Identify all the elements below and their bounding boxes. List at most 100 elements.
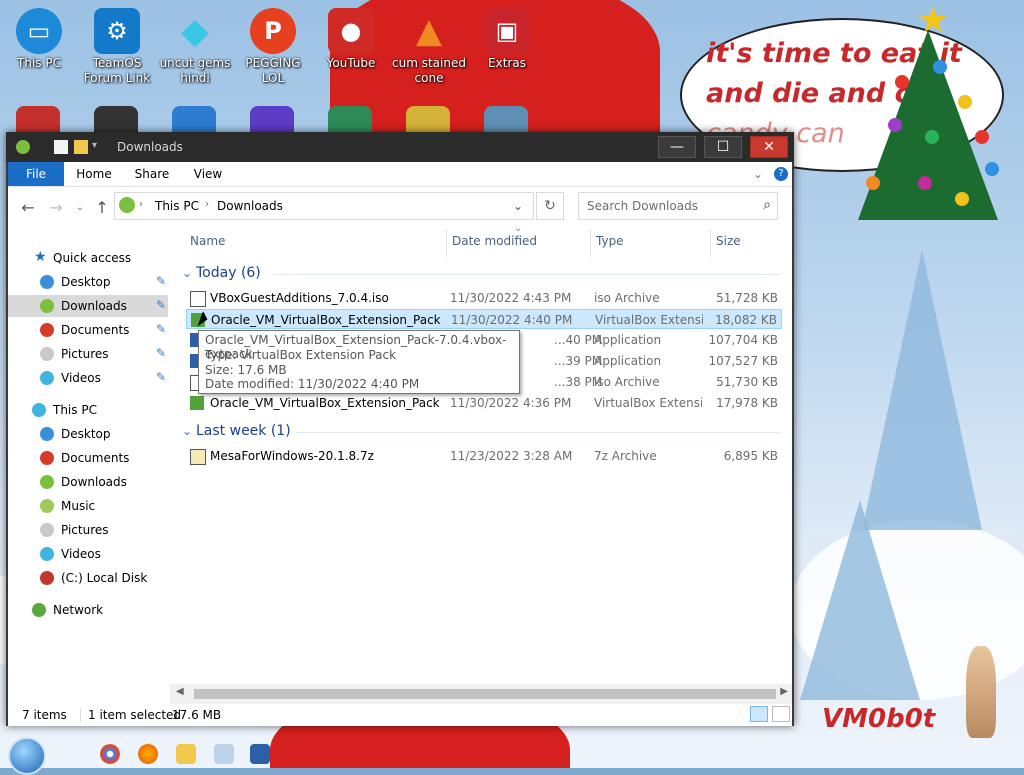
- file-row[interactable]: Oracle_VM_VirtualBox_Extension_Pack-7...…: [186, 393, 782, 413]
- search-input[interactable]: Search Downloads ⌕: [578, 192, 778, 220]
- desktop-icon-teamos[interactable]: ⚙ TeamOS Forum Link: [78, 8, 156, 86]
- group-divider: [274, 274, 780, 275]
- properties-icon[interactable]: [54, 140, 68, 154]
- column-header-type[interactable]: Type: [596, 234, 624, 254]
- nav-pc-desktop[interactable]: Desktop: [8, 423, 168, 445]
- column-divider[interactable]: [590, 229, 591, 257]
- nav-item-pictures[interactable]: Pictures ✎: [8, 343, 168, 365]
- close-button[interactable]: ✕: [750, 136, 788, 158]
- network-monitor-icon[interactable]: [214, 744, 234, 764]
- group-header-today[interactable]: ⌄ Today (6): [182, 265, 782, 281]
- this-pc-icon: [119, 197, 135, 213]
- virtualbox-icon[interactable]: [250, 744, 270, 764]
- chevron-down-icon[interactable]: ⌄: [513, 199, 523, 213]
- nav-label: Network: [53, 603, 104, 617]
- minimize-button[interactable]: —: [658, 136, 696, 158]
- ribbon-expand-icon[interactable]: ⌄: [750, 162, 766, 186]
- nav-pc-pictures[interactable]: Pictures: [8, 519, 168, 541]
- group-label: Today (6): [196, 265, 261, 281]
- nav-pc-videos[interactable]: Videos: [8, 543, 168, 565]
- christmas-tree: [858, 30, 998, 220]
- chrome-icon[interactable]: [100, 744, 120, 764]
- documents-folder-icon: [40, 323, 54, 337]
- desktop-icon-pegging[interactable]: P PEGGING LOL: [234, 8, 312, 86]
- app-icon[interactable]: [16, 140, 30, 154]
- search-icon[interactable]: ⌕: [763, 197, 771, 213]
- firefox-icon[interactable]: [138, 744, 158, 764]
- nav-pc-documents[interactable]: Documents: [8, 447, 168, 469]
- desktop-icon-this-pc[interactable]: ▭ This PC: [0, 8, 78, 71]
- column-divider[interactable]: [710, 229, 711, 257]
- horizontal-scrollbar[interactable]: ◀ ▶: [170, 684, 792, 704]
- group-header-last-week[interactable]: ⌄ Last week (1): [182, 423, 782, 439]
- tab-share[interactable]: Share: [130, 162, 174, 186]
- file-row-selected[interactable]: Oracle_VM_VirtualBox_Extension_Pack-7...…: [186, 309, 782, 329]
- ornament: [933, 60, 947, 74]
- up-arrow-icon[interactable]: ↑: [92, 197, 112, 217]
- desktop-icon-label: Extras: [488, 56, 526, 70]
- ornament: [888, 118, 902, 132]
- desktop-icon-uncut-gems[interactable]: ◆ uncut gems hindi: [156, 8, 234, 86]
- ornament: [958, 95, 972, 109]
- music-folder-icon: [40, 499, 54, 513]
- nav-pc-local-disk[interactable]: (C:) Local Disk: [8, 567, 168, 589]
- nav-network[interactable]: Network: [8, 599, 168, 621]
- nav-pc-music[interactable]: Music: [8, 495, 168, 517]
- address-input[interactable]: › This PC › Downloads ⌄: [114, 192, 534, 220]
- scroll-left-icon[interactable]: ◀: [176, 686, 184, 697]
- column-divider[interactable]: [446, 229, 447, 257]
- pin-icon[interactable]: ✎: [156, 346, 166, 360]
- pin-icon[interactable]: ✎: [156, 322, 166, 336]
- file-tooltip: Oracle_VM_VirtualBox_Extension_Pack-7.0.…: [198, 330, 520, 394]
- chevron-down-icon: ⌄: [182, 266, 193, 280]
- tab-view[interactable]: View: [186, 162, 230, 186]
- scroll-right-icon[interactable]: ▶: [780, 686, 788, 697]
- breadcrumb-downloads[interactable]: Downloads: [217, 199, 283, 213]
- back-arrow-icon[interactable]: ←: [18, 197, 38, 217]
- ribbon: File Home Share View ⌄ ?: [8, 162, 792, 187]
- nav-label: (C:) Local Disk: [61, 571, 148, 585]
- dancer-figure: [966, 646, 996, 738]
- chevron-right-icon[interactable]: ›: [139, 199, 143, 210]
- chevron-right-icon[interactable]: ›: [205, 199, 209, 210]
- column-header-size[interactable]: Size: [716, 234, 741, 254]
- nav-item-documents[interactable]: Documents ✎: [8, 319, 168, 341]
- file-row[interactable]: MesaForWindows-20.1.8.7z 11/23/2022 3:28…: [186, 446, 782, 466]
- file-explorer-icon[interactable]: [176, 744, 196, 764]
- nav-label: Videos: [61, 547, 101, 561]
- scrollbar-thumb[interactable]: [194, 689, 776, 699]
- refresh-button[interactable]: ↻: [536, 192, 564, 220]
- breadcrumb-this-pc[interactable]: This PC: [155, 199, 199, 213]
- column-header-name[interactable]: Name: [190, 234, 225, 254]
- maximize-button[interactable]: ☐: [704, 136, 742, 158]
- nav-item-downloads[interactable]: Downloads ✎: [8, 295, 168, 317]
- desktop-icon-youtube[interactable]: ● YouTube: [312, 8, 390, 71]
- chevron-down-icon[interactable]: ▾: [92, 140, 106, 154]
- column-header-date[interactable]: Date modified: [452, 234, 537, 254]
- pin-icon[interactable]: ✎: [156, 274, 166, 288]
- forward-arrow-icon[interactable]: →: [46, 197, 66, 217]
- nav-label: Pictures: [61, 523, 109, 537]
- title-bar[interactable]: ▾ Downloads — ☐ ✕: [6, 132, 794, 162]
- details-view-icon[interactable]: [750, 706, 768, 722]
- desktop-icon-cone[interactable]: ▲ cum stained cone: [390, 8, 468, 86]
- help-icon[interactable]: ?: [774, 167, 788, 181]
- this-pc-icon: [32, 403, 46, 417]
- group-divider: [296, 432, 780, 433]
- nav-item-desktop[interactable]: Desktop ✎: [8, 271, 168, 293]
- large-icons-view-icon[interactable]: [772, 706, 790, 722]
- status-selection: 1 item selected: [88, 708, 182, 722]
- tab-home[interactable]: Home: [72, 162, 116, 186]
- file-row[interactable]: VBoxGuestAdditions_7.0.4.iso 11/30/2022 …: [186, 288, 782, 308]
- nav-this-pc[interactable]: This PC: [8, 399, 168, 421]
- pin-icon[interactable]: ✎: [156, 298, 166, 312]
- tab-file[interactable]: File: [8, 162, 64, 186]
- recent-locations-icon[interactable]: ⌄: [70, 197, 90, 217]
- new-folder-icon[interactable]: [74, 140, 88, 154]
- desktop-icon-extras[interactable]: ▣ Extras: [468, 8, 546, 71]
- nav-quick-access[interactable]: ★ Quick access: [8, 247, 168, 269]
- pin-icon[interactable]: ✎: [156, 370, 166, 384]
- nav-item-videos[interactable]: Videos ✎: [8, 367, 168, 389]
- file-type: VirtualBox Extensi...: [595, 313, 703, 327]
- nav-pc-downloads[interactable]: Downloads: [8, 471, 168, 493]
